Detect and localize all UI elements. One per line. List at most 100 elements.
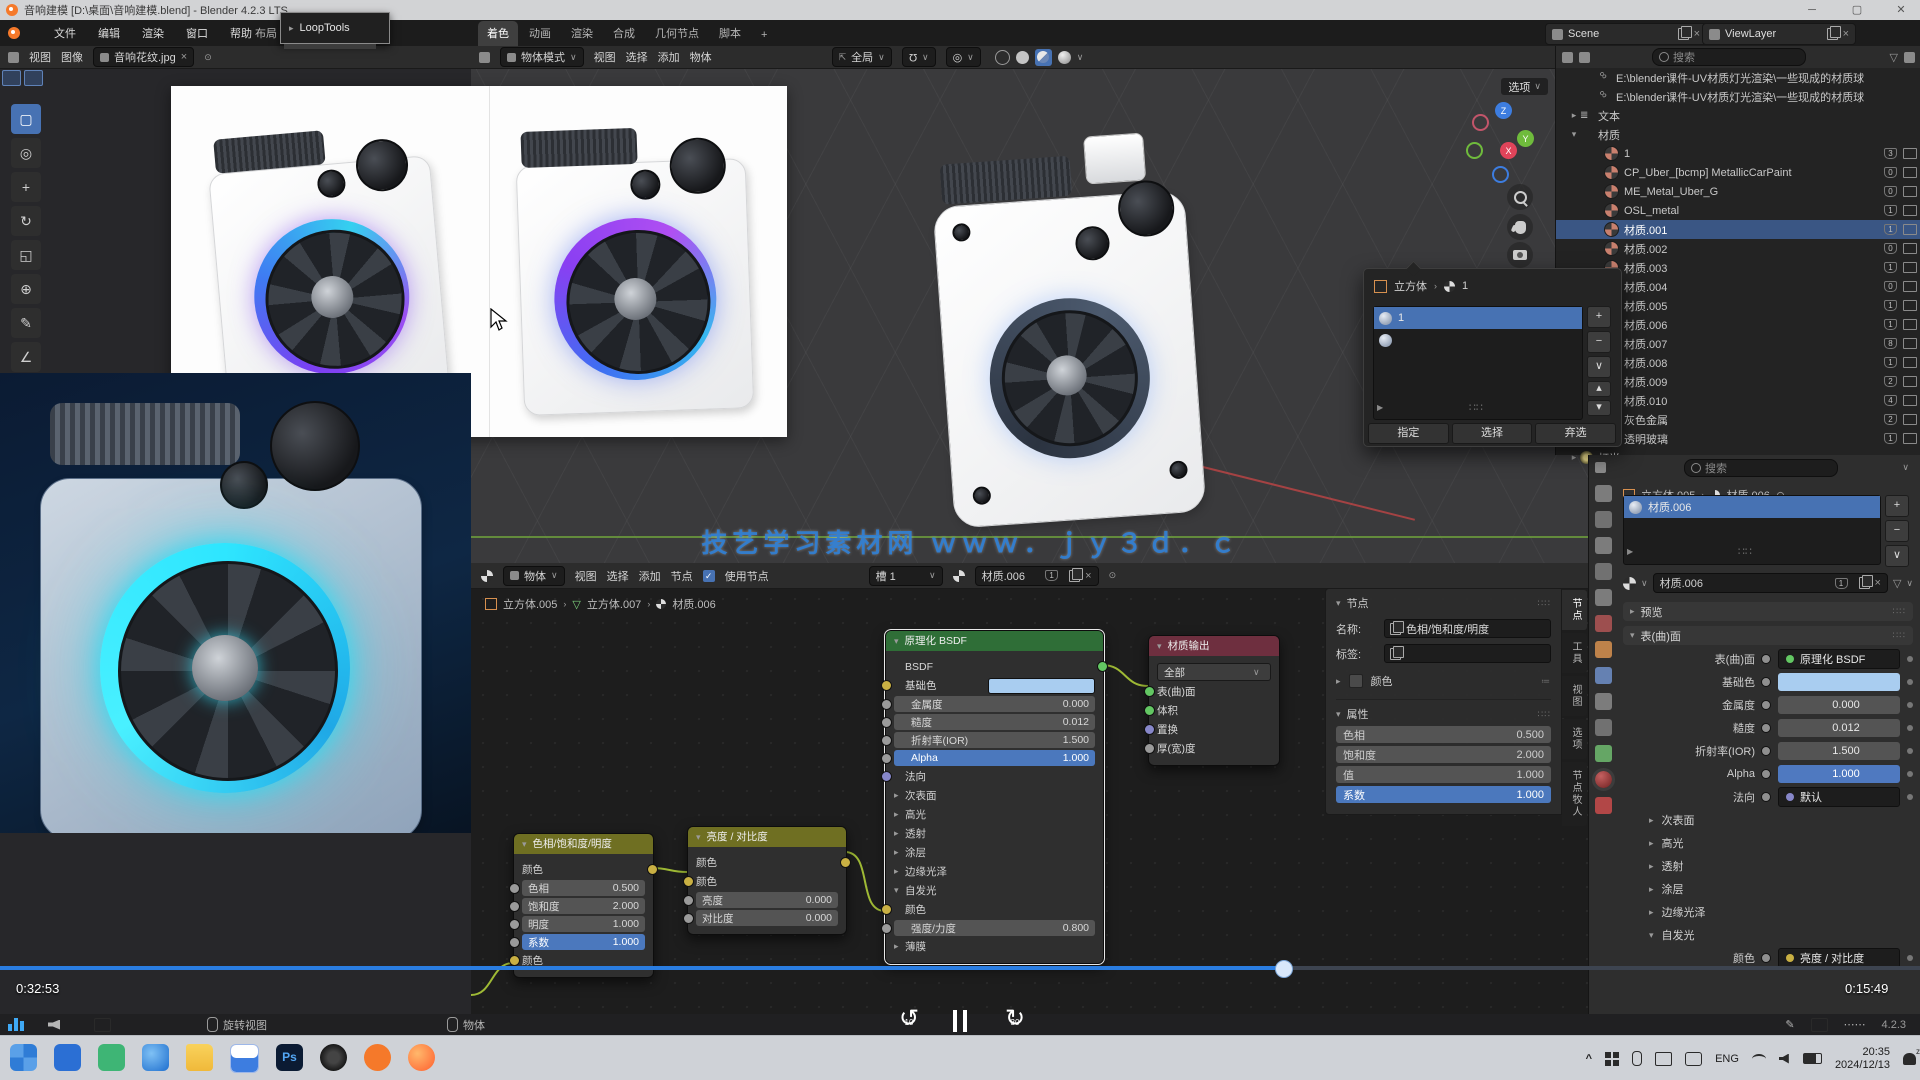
node-panel-header[interactable]: ▾节点∷∷ <box>1336 595 1551 611</box>
node-row[interactable]: 饱和度2.000 <box>522 898 645 914</box>
copy-material-icon[interactable] <box>1859 577 1870 589</box>
snap-dropdown[interactable]: Ω∨ <box>902 47 936 67</box>
slot-row[interactable]: 材质.006 <box>1624 496 1880 518</box>
properties-tab[interactable] <box>1595 771 1612 788</box>
slot-specials-button[interactable]: ∨ <box>1885 545 1909 567</box>
sidebar-slider[interactable]: 值1.000 <box>1336 766 1551 783</box>
microphone-icon[interactable] <box>1632 1051 1642 1066</box>
pan-button[interactable] <box>1507 214 1533 240</box>
taskbar-app-icon[interactable] <box>320 1044 347 1071</box>
node-header[interactable]: ▾色相/饱和度/明度 <box>514 834 653 854</box>
properties-tab[interactable] <box>1595 615 1612 632</box>
node-row[interactable]: 颜色 <box>894 901 1095 918</box>
remove-slot-button[interactable]: − <box>1885 520 1909 542</box>
node-row[interactable]: ▸ 涂层 <box>894 844 1095 861</box>
node-principled-bsdf[interactable]: ▾原理化 BSDF BSDF 基础色 金属 <box>885 630 1104 964</box>
outliner-search[interactable]: 搜索 <box>1652 48 1806 66</box>
node-row[interactable]: 明度1.000 <box>522 916 645 932</box>
pin-icon[interactable]: ⊙ <box>204 52 212 63</box>
sidebar-slider[interactable]: 系数1.000 <box>1336 786 1551 803</box>
popup-object-name[interactable]: 立方体 <box>1394 278 1427 294</box>
material-slot-list[interactable]: 材质.006 ▶ ∷∷ <box>1623 495 1881 565</box>
deselect-button[interactable]: 弃选 <box>1535 423 1616 444</box>
add-slot-button[interactable]: + <box>1587 306 1611 328</box>
properties-tab[interactable] <box>1595 719 1612 736</box>
move-slot-down-button[interactable]: ▾ <box>1587 400 1611 416</box>
property-row[interactable]: Alpha 1.000 <box>1623 764 1913 784</box>
properties-tab[interactable] <box>1595 537 1612 554</box>
properties-tab[interactable] <box>1595 511 1612 528</box>
language-indicator[interactable]: ENG <box>1715 1053 1739 1065</box>
tool-button[interactable]: + <box>11 172 41 202</box>
camera-view-button[interactable] <box>1507 242 1533 268</box>
outliner-row[interactable]: OSL_metal 1 <box>1556 201 1920 220</box>
add-menu[interactable]: 添加 <box>658 49 680 65</box>
item-panel-header[interactable]: ▾属性∷∷ <box>1336 699 1551 722</box>
taskbar-app-icon[interactable] <box>54 1044 81 1071</box>
sidebar-tab[interactable]: 视图 <box>1562 676 1587 716</box>
wifi-icon[interactable] <box>1752 1054 1766 1064</box>
new-collection-icon[interactable] <box>1904 52 1915 63</box>
unlink-material-icon[interactable]: × <box>1875 577 1881 589</box>
property-row[interactable]: 法向 默认 <box>1623 787 1913 807</box>
tray-chevron-icon[interactable]: ^ <box>1586 1053 1592 1065</box>
property-row[interactable]: 自发光 <box>1623 925 1913 945</box>
tool-button[interactable]: ↻ <box>11 206 41 236</box>
display-mode-icon[interactable] <box>1562 52 1573 63</box>
sidebar-tab[interactable]: 节点牧人 <box>1562 762 1587 826</box>
taskbar-app-icon[interactable] <box>142 1044 169 1071</box>
taskbar-app-icon[interactable] <box>364 1044 391 1071</box>
workspace-tab[interactable]: 着色 <box>478 21 518 46</box>
editor-type-icon[interactable] <box>1595 462 1606 473</box>
outliner-row[interactable]: 材质.001 1 <box>1556 220 1920 239</box>
remove-slot-button[interactable]: − <box>1587 331 1611 353</box>
node-row[interactable]: ▸ 薄膜 <box>894 938 1095 955</box>
remove-viewlayer-icon[interactable]: × <box>1843 28 1849 40</box>
unlink-image-icon[interactable]: × <box>181 51 187 63</box>
gizmo-z-neg[interactable] <box>1492 166 1509 183</box>
taskbar-app-icon[interactable] <box>98 1044 125 1071</box>
property-row[interactable]: 基础色 . <box>1623 672 1913 692</box>
node-row[interactable]: 置换 <box>1157 721 1271 738</box>
tool-button[interactable]: ✎ <box>11 308 41 338</box>
node-hue-saturation[interactable]: ▾色相/饱和度/明度 颜色 色相0.500 饱和度2.000 明度1.000 系… <box>513 833 654 978</box>
node-row[interactable]: 系数1.000 <box>522 934 645 950</box>
node-row[interactable]: 全部∨ <box>1157 663 1271 681</box>
menu-item[interactable]: 编辑 <box>98 25 120 41</box>
node-row[interactable]: 色相0.500 <box>522 880 645 896</box>
speaker-model[interactable] <box>916 99 1225 547</box>
surface-panel[interactable]: ▾表(曲)面∷∷ <box>1623 626 1913 645</box>
properties-search[interactable]: 搜索 <box>1684 459 1838 477</box>
grease-pencil-icon[interactable] <box>479 52 490 63</box>
node-row[interactable]: 厚(宽)度 <box>1157 740 1271 757</box>
properties-tab[interactable] <box>1595 667 1612 684</box>
node-row[interactable]: Alpha 1.000 <box>894 750 1095 766</box>
color-row[interactable]: ▸ 颜色 ≔ <box>1336 673 1551 689</box>
node-row[interactable]: 颜色 <box>696 873 838 890</box>
new-scene-icon[interactable] <box>1678 28 1689 40</box>
battery-icon[interactable] <box>1803 1053 1822 1064</box>
volume-icon[interactable] <box>48 1020 60 1030</box>
tool-button[interactable]: ◱ <box>11 240 41 270</box>
menu-item[interactable]: 渲染 <box>142 25 164 41</box>
expand-arrow-icon[interactable]: ▸ <box>1568 110 1580 121</box>
speaker-icon[interactable] <box>1779 1054 1790 1064</box>
filter-collection-icon[interactable] <box>1579 52 1590 63</box>
property-row[interactable]: 边缘光泽 <box>1623 902 1913 922</box>
properties-tab[interactable] <box>1595 485 1612 502</box>
node-tag-field[interactable] <box>1384 644 1551 663</box>
slot-row[interactable]: 1 <box>1374 307 1582 329</box>
image-image-menu[interactable]: 图像 <box>61 49 83 65</box>
assign-button[interactable]: 指定 <box>1368 423 1449 444</box>
node-row[interactable]: 对比度0.000 <box>696 910 838 926</box>
orientation-dropdown[interactable]: ⇱全局∨ <box>832 47 892 67</box>
property-row[interactable]: 颜色 亮度 / 对比度 <box>1623 948 1913 968</box>
options-chevron-icon[interactable]: ∨ <box>1902 462 1909 473</box>
grip-icon[interactable]: ∷∷ <box>1469 401 1483 414</box>
outliner-row[interactable]: ∞ E:\blender课件-UV材质灯光渲染\一些现成的材质球 <box>1556 68 1920 87</box>
workspace-tab[interactable]: 合成 <box>604 21 644 46</box>
property-row[interactable]: 表(曲)面 原理化 BSDF <box>1623 649 1913 669</box>
outliner-row[interactable]: ▾ 材质 <box>1556 125 1920 144</box>
viewlayer-selector[interactable]: ViewLayer × <box>1702 23 1856 45</box>
tool-button[interactable]: ▢ <box>11 104 41 134</box>
